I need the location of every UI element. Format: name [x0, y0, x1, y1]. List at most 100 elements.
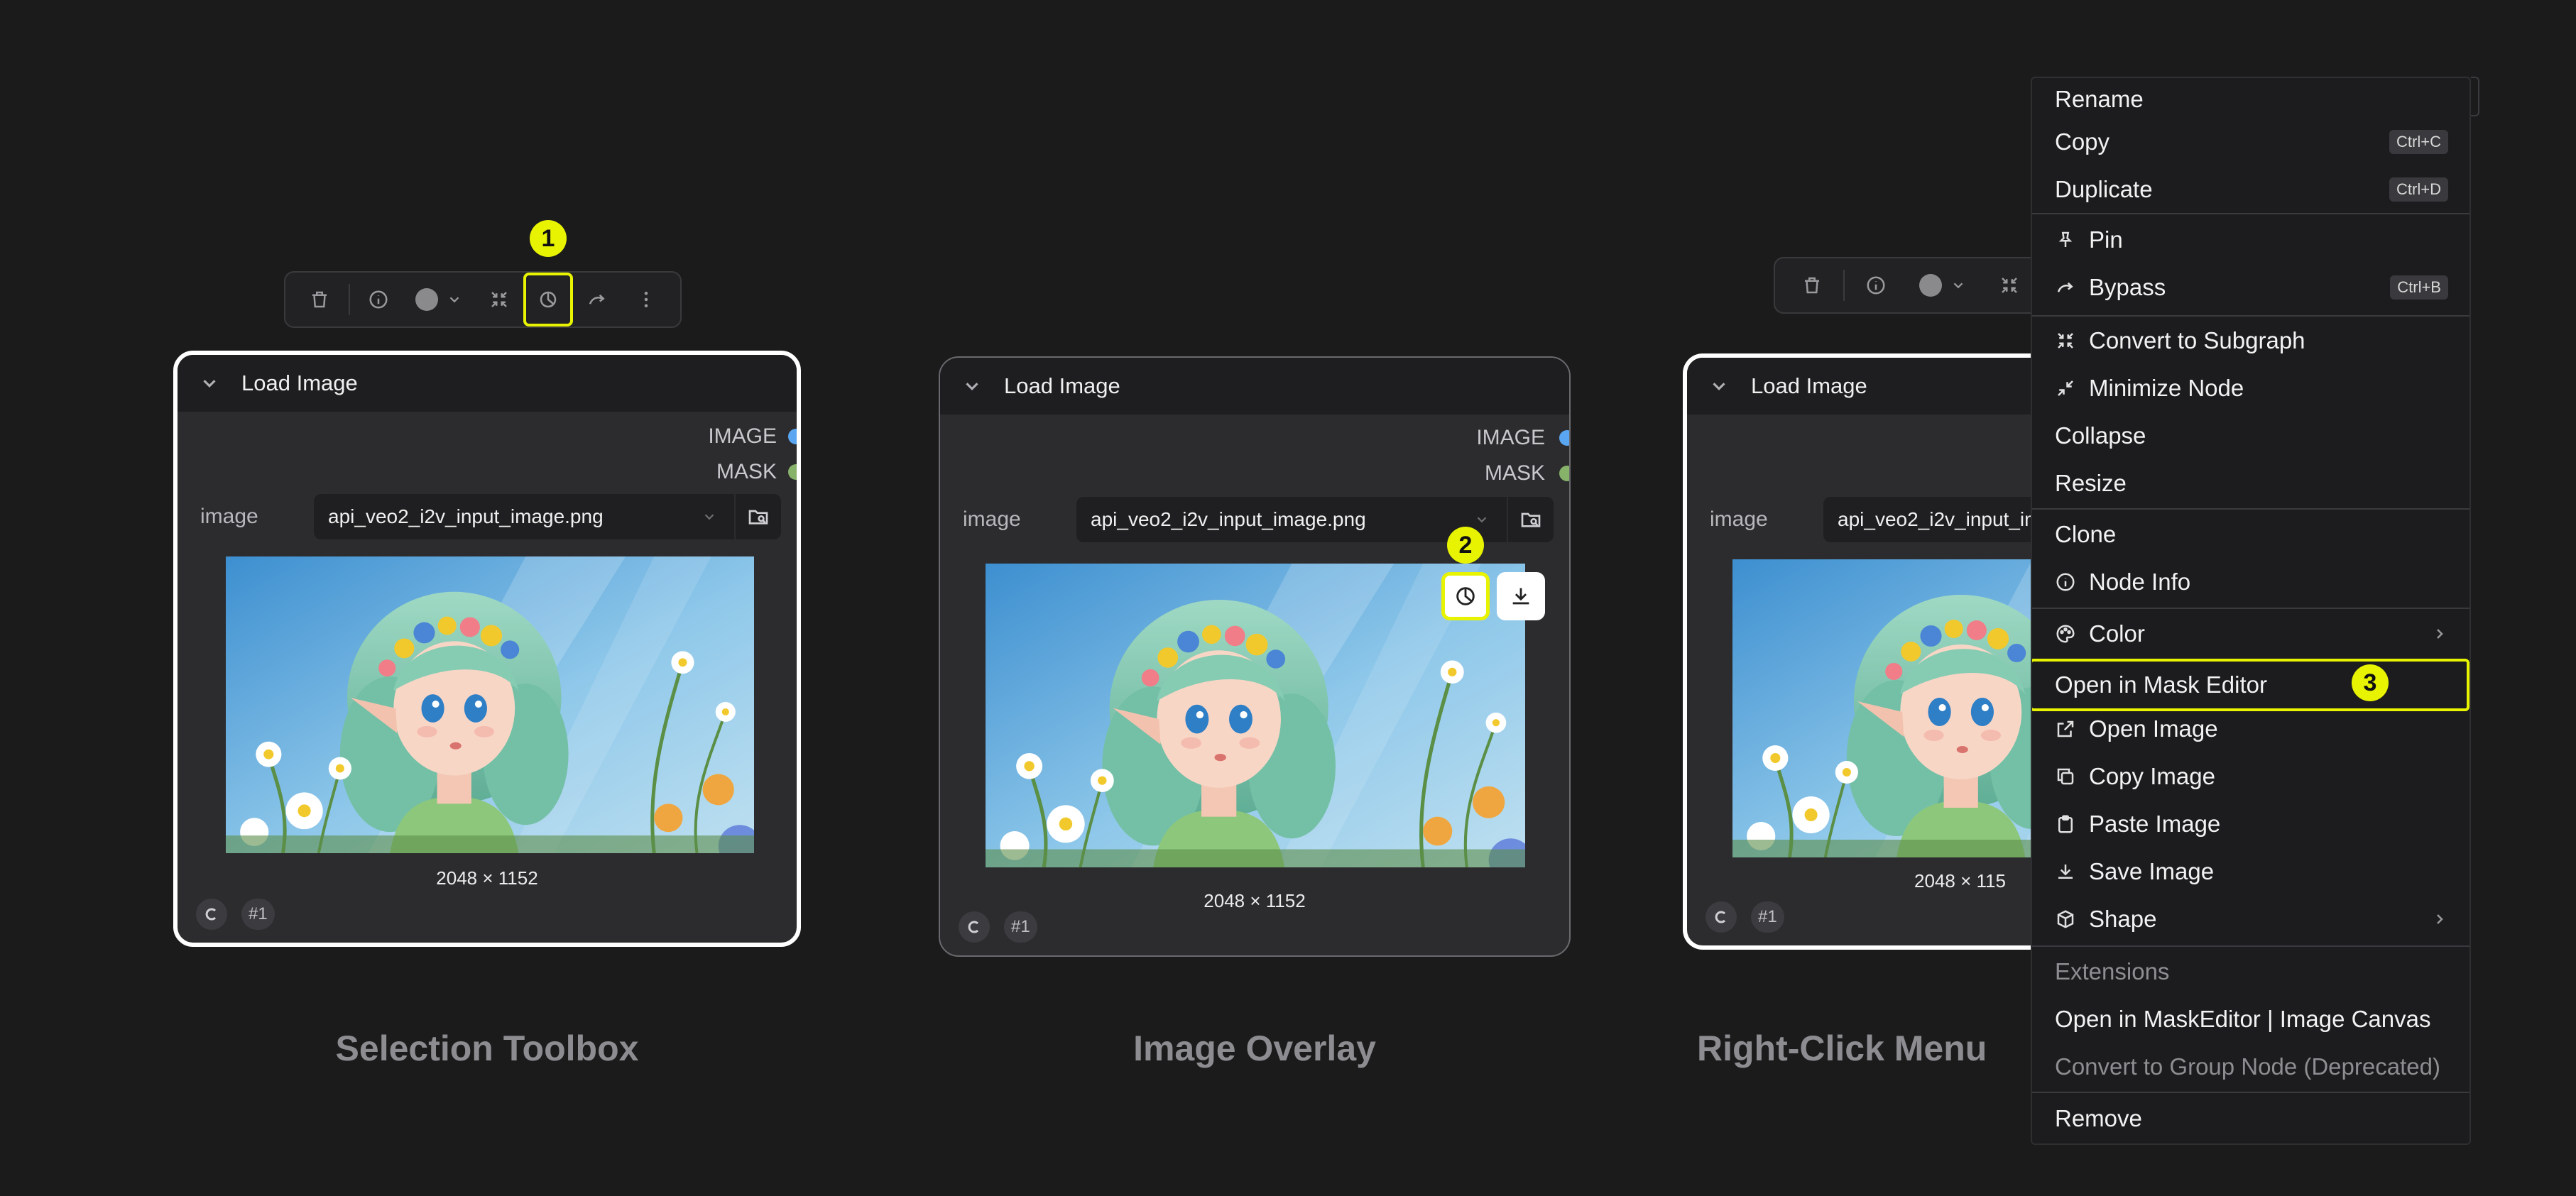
menu-item-open-image[interactable]: Open Image — [2032, 708, 2469, 750]
output-mask: MASK — [716, 460, 777, 484]
selection-toolbox — [284, 271, 682, 328]
menu-divider — [2032, 315, 2469, 317]
menu-item-label: Save Image — [2089, 858, 2215, 884]
menu-item-label: Shape — [2089, 906, 2157, 932]
menu-item-convert-to-subgraph[interactable]: Convert to Subgraph — [2032, 319, 2469, 362]
output-image-slot[interactable] — [1559, 430, 1569, 446]
node-id-badge: #1 — [241, 899, 275, 930]
menu-item-minimize-node[interactable]: Minimize Node — [2032, 367, 2469, 410]
shortcut-badge: Ctrl+B — [2390, 275, 2448, 300]
node-title: Load Image — [1751, 373, 1867, 398]
menu-item-copy-image[interactable]: Copy Image — [2032, 755, 2469, 798]
output-image: IMAGE — [708, 424, 777, 449]
external-link-icon — [2057, 720, 2074, 737]
menu-item-color[interactable]: Color — [2032, 613, 2469, 655]
widget-label: image — [1710, 508, 1768, 531]
menu-divider — [2032, 508, 2469, 510]
menu-item-convert-to-group-node[interactable]: Convert to Group Node (Deprecated) — [2032, 1046, 2469, 1088]
convert-subgraph-button[interactable] — [474, 273, 523, 327]
image-dimensions: 2048 × 1152 — [1204, 890, 1306, 911]
load-image-node-selected[interactable]: Load Image IMAGE MASK image api_veo2_i2v… — [173, 351, 801, 947]
convert-subgraph-icon — [2058, 333, 2073, 349]
color-picker-button[interactable] — [1903, 258, 1982, 312]
caption-selection-toolbox: Selection Toolbox — [335, 1028, 639, 1068]
image-preview — [226, 556, 754, 853]
upload-button[interactable] — [1507, 497, 1554, 542]
menu-item-shape[interactable]: Shape — [2032, 898, 2469, 940]
minimize-icon — [491, 292, 507, 307]
menu-item-remove[interactable]: Remove — [2032, 1097, 2469, 1140]
download-icon — [2058, 865, 2073, 879]
node-id-badge: #1 — [1004, 911, 1037, 943]
more-options-button[interactable] — [621, 273, 670, 327]
node-footer: #1 — [1705, 901, 1784, 933]
output-image: IMAGE — [1476, 426, 1545, 450]
menu-item-clone[interactable]: Clone — [2032, 513, 2469, 556]
menu-item-open-in-maskeditor-image-canvas[interactable]: Open in MaskEditor | Image Canvas — [2032, 998, 2469, 1041]
chevron-down-icon — [449, 297, 459, 303]
comfy-logo-icon — [205, 908, 217, 921]
menu-item-pin[interactable]: Pin — [2032, 219, 2469, 261]
overlay-download-button[interactable] — [1497, 572, 1545, 620]
node-footer: #1 — [196, 899, 275, 930]
menu-item-rename[interactable]: Rename — [2032, 78, 2469, 121]
bypass-button[interactable] — [573, 273, 622, 327]
menu-item-copy[interactable]: Copy Ctrl+C — [2032, 121, 2469, 163]
menu-divider — [2032, 1092, 2469, 1093]
image-select[interactable]: api_veo2_i2v_input_image.png — [1076, 497, 1507, 542]
image-select[interactable]: api_veo2_i2v_input_image.png — [314, 494, 734, 539]
delete-button[interactable] — [1785, 258, 1839, 312]
menu-item-duplicate[interactable]: Duplicate Ctrl+D — [2032, 168, 2469, 211]
download-icon — [1512, 588, 1529, 605]
toolbox-divider — [1843, 270, 1845, 301]
collapse-chevron-icon[interactable] — [961, 375, 983, 397]
shortcut-badge: Ctrl+D — [2389, 177, 2448, 202]
collapse-chevron-icon[interactable] — [199, 373, 220, 394]
mask-editor-icon — [1456, 587, 1475, 605]
color-picker-button[interactable] — [403, 273, 474, 327]
menu-item-label: Open in MaskEditor | Image Canvas — [2055, 1006, 2431, 1032]
minimize-icon — [2058, 380, 2073, 396]
upload-button[interactable] — [734, 494, 781, 539]
mask-editor-button[interactable] — [523, 273, 573, 327]
chevron-down-icon — [1477, 517, 1487, 523]
node-header[interactable]: Load Image — [178, 355, 797, 412]
menu-item-bypass[interactable]: Bypass Ctrl+B — [2032, 266, 2469, 309]
comfy-logo-icon — [1715, 911, 1726, 923]
folder-search-icon — [748, 510, 768, 525]
step-badge-3: 3 — [2352, 664, 2389, 701]
box-icon — [2057, 910, 2074, 928]
node-info-button[interactable] — [354, 273, 403, 327]
menu-item-resize[interactable]: Resize — [2032, 462, 2469, 505]
menu-divider — [2032, 945, 2469, 947]
chevron-down-icon — [704, 514, 714, 520]
shortcut-badge: Ctrl+C — [2389, 130, 2448, 154]
chevron-right-icon — [2437, 914, 2443, 924]
widget-label: image — [963, 508, 1021, 531]
info-icon — [369, 290, 388, 309]
menu-edge — [2471, 77, 2479, 116]
menu-item-save-image[interactable]: Save Image — [2032, 850, 2469, 893]
output-mask-slot[interactable] — [1559, 466, 1569, 481]
delete-button[interactable] — [295, 273, 344, 327]
collapse-chevron-icon[interactable] — [1708, 375, 1730, 397]
node-header[interactable]: Load Image — [940, 358, 1569, 415]
output-mask-slot[interactable] — [788, 464, 797, 480]
chevron-right-icon — [2437, 629, 2443, 639]
menu-item-paste-image[interactable]: Paste Image — [2032, 803, 2469, 845]
menu-divider — [2032, 213, 2469, 214]
menu-item-open-in-mask-editor[interactable]: Open in Mask Editor — [2032, 659, 2469, 711]
convert-subgraph-button[interactable] — [1982, 258, 2036, 312]
info-icon — [1867, 276, 1885, 295]
load-image-node-overlay[interactable]: Load Image IMAGE MASK image api_veo2_i2v… — [939, 356, 1571, 957]
node-source-badge — [959, 911, 990, 943]
clipboard-icon — [2058, 815, 2073, 833]
overlay-mask-editor-button[interactable] — [1441, 572, 1490, 620]
output-image-slot[interactable] — [788, 429, 797, 444]
menu-item-collapse[interactable]: Collapse — [2032, 415, 2469, 457]
trash-icon — [312, 291, 327, 308]
palette-icon — [2056, 625, 2075, 643]
menu-item-node-info[interactable]: Node Info — [2032, 561, 2469, 603]
menu-item-label: Convert to Group Node (Deprecated) — [2055, 1053, 2440, 1080]
node-info-button[interactable] — [1849, 258, 1903, 312]
